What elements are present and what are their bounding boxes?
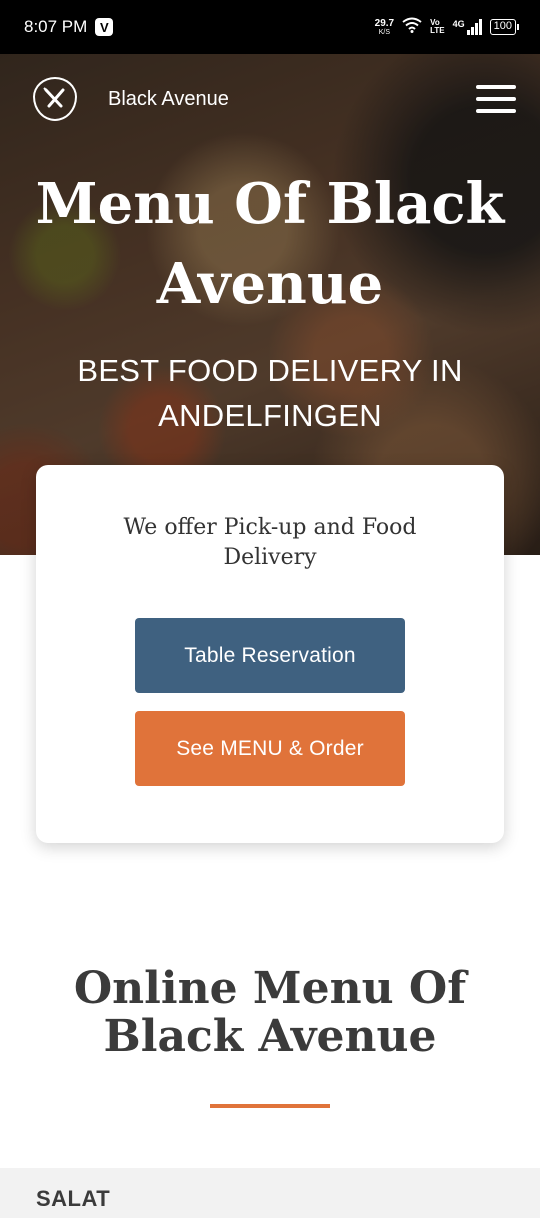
title-divider [210, 1104, 330, 1108]
menu-section-title: Online Menu Of Black Avenue [73, 963, 467, 1062]
see-menu-order-button[interactable]: See MENU & Order [135, 711, 405, 786]
hero-subtitle: BEST FOOD DELIVERY IN ANDELFINGEN [77, 353, 463, 433]
restaurant-logo-icon[interactable] [33, 77, 77, 121]
network-type: 4G [452, 19, 465, 29]
clock: 8:07 PM [24, 17, 88, 36]
table-reservation-button[interactable]: Table Reservation [135, 618, 405, 693]
status-right: 29.7 K/S Vo LTE 4G 100 [374, 17, 520, 38]
navbar: Black Avenue [0, 54, 540, 144]
signal-strength-icon: 4G [453, 19, 482, 35]
service-description: We offer Pick-up and Food Delivery [123, 515, 417, 570]
page-title: Menu Of Black Avenue [35, 171, 505, 317]
network-speed-unit: K/S [378, 28, 391, 36]
volte-indicator: Vo LTE [430, 19, 445, 35]
menu-hamburger-icon[interactable] [476, 85, 516, 113]
wifi-icon [402, 17, 422, 38]
order-card: We offer Pick-up and Food Delivery Table… [36, 465, 504, 843]
network-speed-value: 29.7 [374, 17, 395, 29]
status-bar: 8:07 PM V 29.7 K/S Vo LTE 4G 100 [0, 0, 540, 54]
status-left: 8:07 PM V [24, 17, 114, 37]
app-notification-icon: V [95, 18, 114, 36]
network-speed: 29.7 K/S [374, 17, 395, 36]
category-label: SALAT [36, 1186, 111, 1211]
menu-category-header[interactable]: SALAT [0, 1168, 540, 1218]
volte-line2: LTE [430, 26, 445, 35]
brand-name[interactable]: Black Avenue [108, 88, 229, 111]
battery-icon: 100 [489, 19, 520, 35]
